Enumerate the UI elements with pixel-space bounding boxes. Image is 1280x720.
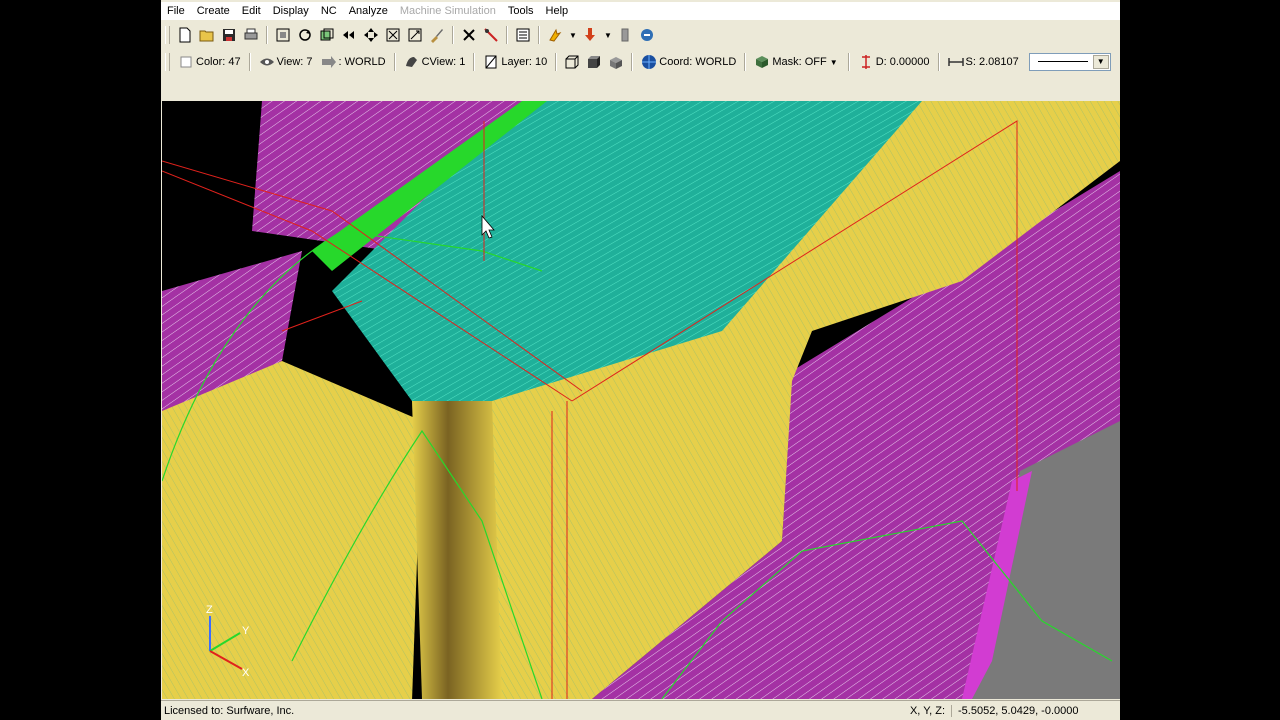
menu-file[interactable]: File [161,2,191,20]
line-style-dropdown[interactable]: ▼ [1028,53,1111,71]
wireframe-cube-icon[interactable] [562,52,582,72]
solid-cube-icon[interactable] [606,52,626,72]
layer-label: Layer: 10 [501,56,548,68]
depth-icon [861,55,870,69]
cview-icon [405,57,417,67]
coord-label: Coord: WORLD [659,56,737,68]
rotate-view-icon[interactable] [295,25,315,45]
mask-selector[interactable]: Mask: OFF ▼ [754,54,839,70]
z-axis-label: Z [206,604,213,616]
zoom-icon[interactable] [383,25,403,45]
x-axis-label: X [242,667,250,679]
menu-machine-simulation: Machine Simulation [399,5,496,17]
menu-display[interactable]: Display [267,2,315,20]
chevron-down-icon[interactable]: ▼ [604,31,614,40]
menu-nc[interactable]: NC [315,2,343,20]
pillar-shadow [412,401,502,699]
layer-icon [485,55,497,69]
color-selector[interactable]: Color: 47 [178,54,241,70]
toolbar-separator [248,53,251,71]
copy-view-icon[interactable] [317,25,337,45]
menu-tools[interactable]: Tools [502,2,540,20]
main-toolbar: ▼ ▼ [161,22,1120,48]
fit-view-icon[interactable] [273,25,293,45]
toolbar-separator [266,26,268,44]
paint-brush-icon[interactable] [427,25,447,45]
shaded-cube-icon[interactable] [584,52,604,72]
color-label: Color: 47 [196,56,241,68]
model-view[interactable]: Z Y X [162,101,1120,699]
view-selector[interactable]: View: 7 [259,54,313,70]
mask-label: Mask: OFF [772,56,827,68]
chevron-down-icon[interactable]: ▼ [830,58,840,67]
menu-create[interactable]: Create [191,2,236,20]
measure-icon[interactable] [481,25,501,45]
yellow-left-face [162,361,422,699]
menu-analyze[interactable]: Analyze [343,2,394,20]
depth-label: D: 0.00000 [875,56,930,68]
toolbar-separator [847,53,850,71]
chevron-down-icon[interactable]: ▼ [1092,55,1109,69]
open-folder-icon[interactable] [197,25,217,45]
arrow-down-icon[interactable] [580,25,600,45]
coord-readout-value: -5.5052, 5.0429, -0.0000 [951,705,1120,717]
help-icon[interactable] [637,25,657,45]
toolbar-grip[interactable] [165,26,170,44]
toolbar-separator [506,26,508,44]
toolbar-separator [631,53,634,71]
toolbar-separator [538,26,540,44]
repaint-icon[interactable] [405,25,425,45]
toolbar-separator [555,53,558,71]
save-icon[interactable] [219,25,239,45]
properties-icon[interactable] [513,25,533,45]
menu-help[interactable]: Help [540,2,575,20]
arrow-right-icon [321,56,336,68]
new-file-icon[interactable] [175,25,195,45]
toolbar-separator [744,53,747,71]
cview-selector[interactable]: CView: 1 [404,54,466,70]
shade-icon[interactable] [545,25,565,45]
toolbar-separator [452,26,454,44]
spacing-icon [947,58,964,66]
y-axis-label: Y [242,625,250,637]
coord-readout-label: X, Y, Z: [909,705,945,717]
globe-icon [642,55,657,69]
surfcam-window: File Create Edit Display NC Analyze Mach… [161,0,1120,720]
toolbar-separator [473,53,476,71]
chevron-down-icon[interactable]: ▼ [569,31,579,40]
delete-icon[interactable] [459,25,479,45]
license-text: Licensed to: Surfware, Inc. [164,705,295,717]
print-icon[interactable] [241,25,261,45]
mask-cube-icon [756,56,769,68]
line-style-preview [1037,61,1088,62]
color-swatch-icon [180,56,192,68]
toolbar-grip[interactable] [165,53,170,71]
eye-icon [259,58,274,66]
status-toolbar: Color: 47 View: 7 : WORLD CView: 1 Layer… [161,49,1120,75]
pan-icon[interactable] [361,25,381,45]
spacing-field[interactable]: S: 2.08107 [947,54,1019,70]
coord-selector[interactable]: Coord: WORLD [641,54,736,70]
cview-label: CView: 1 [421,56,466,68]
menu-bar: File Create Edit Display NC Analyze Mach… [161,2,1120,20]
prev-view-icon[interactable] [339,25,359,45]
toolbar-separator [937,53,940,71]
world-label: : WORLD [338,56,386,68]
empty-toolbar-row [161,76,1120,100]
spacing-label: S: 2.08107 [965,56,1019,68]
menu-edit[interactable]: Edit [236,2,267,20]
status-bar: Licensed to: Surfware, Inc. X, Y, Z: -5.… [161,700,1120,720]
depth-field[interactable]: D: 0.00000 [858,54,930,70]
layer-selector[interactable]: Layer: 10 [483,54,547,70]
view-label: View: 7 [276,56,313,68]
graphics-viewport[interactable]: Z Y X [162,101,1120,699]
toolbar-separator [393,53,396,71]
tool-library-icon[interactable] [615,25,635,45]
world-selector[interactable]: : WORLD [321,54,386,70]
